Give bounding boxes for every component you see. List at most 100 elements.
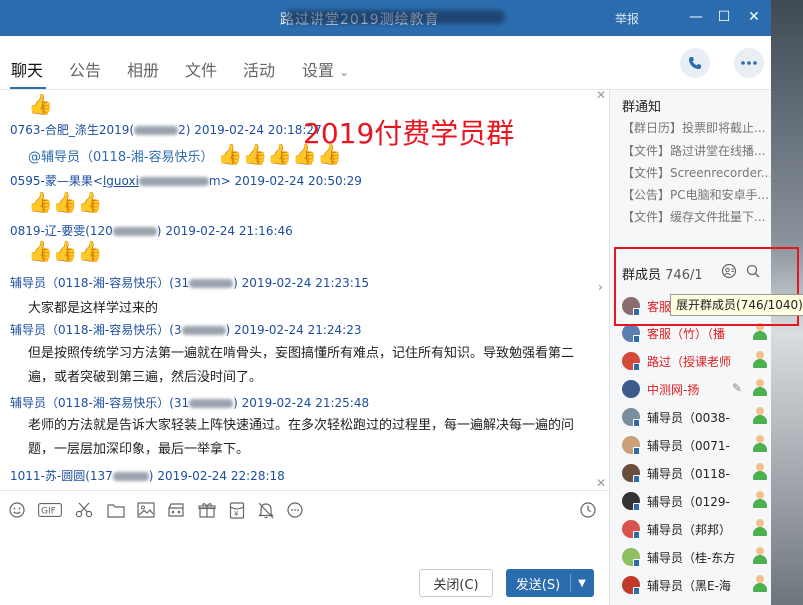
message-time: 2019-02-24 21:25:48 <box>241 396 370 410</box>
sender-email-tail: m> <box>208 174 231 188</box>
scissors-icon[interactable] <box>75 501 93 519</box>
close-icon: ✕ <box>748 9 760 25</box>
avatar <box>622 492 640 511</box>
avatar <box>622 436 640 455</box>
redaction <box>189 279 234 288</box>
sender-name[interactable]: 辅导员（0118-湘-容易快乐）(31 <box>10 276 189 290</box>
collapse-panel-chevron-icon[interactable]: › <box>598 280 603 294</box>
message-time: 2019-02-24 21:16:46 <box>165 224 293 238</box>
svg-text:¥: ¥ <box>234 510 239 518</box>
more-icon[interactable] <box>286 501 304 519</box>
mobile-device-icon <box>633 419 640 427</box>
folder-icon[interactable] <box>107 501 125 519</box>
mobile-device-icon <box>633 559 640 567</box>
message-header: 0595-蒙—果果<lguoxi m> 2019-02-24 20:50:29 <box>10 172 362 189</box>
tab-activity[interactable]: 活动 <box>243 57 275 81</box>
more-options-button[interactable] <box>734 48 764 78</box>
sender-name[interactable]: 0763-合肥_涤生2019( <box>10 123 134 137</box>
report-link[interactable]: 举报 <box>615 10 639 27</box>
notice-item[interactable]: 【文件】缓存文件批量下... <box>622 208 770 225</box>
message-body: @辅导员（0118-湘-容易快乐） 👍👍👍👍👍 <box>28 142 342 166</box>
overlay-caption: 2019付费学员群 <box>303 117 515 150</box>
sender-name[interactable]: 0819-辽-要雯(120 <box>10 224 113 238</box>
sender-id-tail: ) <box>233 276 238 290</box>
member-item[interactable]: 辅导员（邦邦） <box>622 518 768 542</box>
mobile-device-icon <box>633 335 640 343</box>
tab-settings[interactable]: 设置 ⌄ <box>302 57 349 81</box>
sender-name[interactable]: 辅导员（0118-湘-容易快乐）(31 <box>10 396 189 410</box>
gif-icon[interactable]: GIF <box>38 501 62 519</box>
call-button[interactable] <box>680 48 710 78</box>
sender-id-tail: ) <box>156 224 162 238</box>
smile-icon[interactable] <box>8 501 26 519</box>
pencil-icon[interactable]: ✎ <box>732 381 742 395</box>
message-body: 大家都是这样学过来的 <box>28 301 159 316</box>
avatar <box>622 464 640 483</box>
notice-item[interactable]: 【公告】PC电脑和安卓手... <box>622 186 770 203</box>
send-options-chevron-icon[interactable]: ▼ <box>571 578 593 589</box>
sender-name[interactable]: 0595-蒙—果果< <box>10 174 103 188</box>
mention-link[interactable]: @辅导员（0118-湘-容易快乐） <box>28 150 213 165</box>
right-panel: 群通知 【群日历】投票即将截止... 【文件】路过讲堂在线播... 【文件】Sc… <box>609 90 771 605</box>
avatar <box>622 408 640 427</box>
close-x-icon[interactable]: ✕ <box>596 90 606 102</box>
mobile-device-icon <box>633 475 640 483</box>
message-header: 辅导员（0118-湘-容易快乐）(3) 2019-02-24 21:24:23 <box>10 321 362 338</box>
avatar <box>622 380 640 398</box>
member-item[interactable]: 辅导员（0118- <box>622 462 768 486</box>
gift-icon[interactable] <box>198 501 216 519</box>
mobile-device-icon <box>633 531 640 539</box>
video-icon[interactable] <box>167 501 185 519</box>
member-item[interactable]: 中测网-扬 ✎ <box>622 378 768 402</box>
member-item[interactable]: 辅导员（0129- <box>622 490 768 514</box>
avatar <box>622 576 640 595</box>
message-input[interactable]: 关闭(C) 发送(S) ▼ <box>0 528 609 605</box>
tab-chat[interactable]: 聊天 <box>11 57 43 81</box>
message-body: 但是按照传统学习方法第一遍就在啃骨头，妄图搞懂所有难点，记住所有知识。导致勉强看… <box>28 346 575 385</box>
notice-item[interactable]: 【群日历】投票即将截止... <box>622 119 770 136</box>
admin-badge-icon <box>752 379 768 397</box>
member-item[interactable]: 辅导员（0038- <box>622 406 768 430</box>
member-item[interactable]: 辅导员（桂-东方 <box>622 546 768 570</box>
bell-off-icon[interactable] <box>257 501 275 519</box>
member-item[interactable]: 路过（授课老师 <box>622 350 768 374</box>
expand-members-tooltip: 展开群成员(746/1040) <box>670 294 803 316</box>
admin-badge-icon <box>752 435 768 453</box>
close-button[interactable]: 关闭(C) <box>419 569 493 597</box>
member-item[interactable]: 辅导员（黑E-海 <box>622 574 768 598</box>
history-icon[interactable] <box>579 501 597 519</box>
message-header: 0819-辽-要雯(120) 2019-02-24 21:16:46 <box>10 222 293 239</box>
phone-icon <box>689 57 701 69</box>
send-label: 发送(S) <box>515 577 561 593</box>
message-emoji: 👍👍👍 <box>28 239 103 263</box>
maximize-button[interactable]: ☐ <box>713 6 735 28</box>
sender-name[interactable]: 1011-苏-圆圆(137 <box>10 469 113 483</box>
minimize-button[interactable]: — <box>685 6 707 28</box>
redaction <box>112 227 157 236</box>
notice-item[interactable]: 【文件】路过讲堂在线播... <box>622 142 770 159</box>
avatar <box>622 520 640 539</box>
message-header: 0763-合肥_涤生2019(2) 2019-02-24 20:18:27 <box>10 121 322 138</box>
title-bar: 路过讲堂2019测绘教育 举报 — ☐ ✕ <box>0 0 771 36</box>
member-name: 辅导员（0118- <box>647 467 730 481</box>
member-item[interactable]: 辅导员（0071- <box>622 434 768 458</box>
avatar <box>622 324 640 343</box>
tab-announcement[interactable]: 公告 <box>69 57 101 81</box>
message-header: 辅导员（0118-湘-容易快乐）(31) 2019-02-24 21:25:48 <box>10 394 369 411</box>
admin-badge-icon <box>752 351 768 369</box>
tab-album[interactable]: 相册 <box>127 57 159 81</box>
close-x-icon-bottom[interactable]: ✕ <box>596 476 606 490</box>
maximize-icon: ☐ <box>717 9 731 25</box>
redaction <box>189 399 234 408</box>
send-button[interactable]: 发送(S) ▼ <box>506 569 594 597</box>
admin-badge-icon <box>752 491 768 509</box>
member-name: 辅导员（0038- <box>647 411 730 425</box>
tab-files[interactable]: 文件 <box>185 57 217 81</box>
message-time: 2019-02-24 22:28:18 <box>157 469 285 483</box>
sender-name[interactable]: 辅导员（0118-湘-容易快乐）(3 <box>10 323 182 337</box>
close-window-button[interactable]: ✕ <box>743 6 765 28</box>
notice-item[interactable]: 【文件】Screenrecorder... <box>622 164 770 181</box>
member-name: 辅导员（邦邦） <box>647 523 732 537</box>
red-envelope-icon[interactable]: ¥ <box>228 501 246 519</box>
image-icon[interactable] <box>137 501 155 519</box>
